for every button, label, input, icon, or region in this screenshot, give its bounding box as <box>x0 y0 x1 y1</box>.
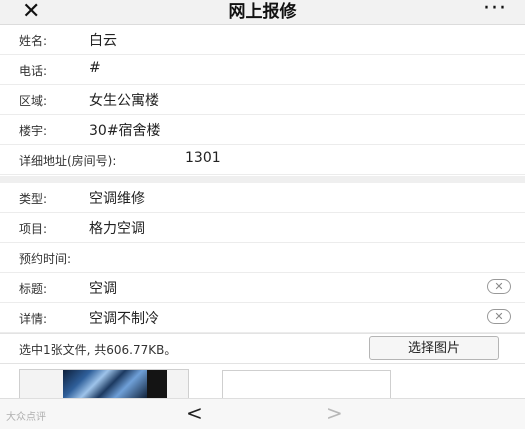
title-label: 标题: <box>19 282 48 296</box>
back-icon[interactable]: < <box>186 401 203 425</box>
more-icon[interactable]: ··· <box>483 0 507 20</box>
building-row[interactable]: 楼宇: 30#宿舍楼 <box>0 115 525 145</box>
image-slot-empty[interactable] <box>222 370 391 400</box>
phone-row: 电话: # <box>0 55 525 85</box>
page-title: 网上报修 <box>228 2 297 22</box>
address-value[interactable]: 1301 <box>185 150 221 166</box>
watermark: 大众点评 <box>6 412 46 423</box>
type-row[interactable]: 类型: 空调维修 <box>0 183 525 213</box>
image-thumbnail[interactable] <box>19 369 189 399</box>
title-row: 标题: 空调 ✕ <box>0 273 525 303</box>
item-row[interactable]: 项目: 格力空调 <box>0 213 525 243</box>
appointment-row[interactable]: 预约时间: <box>0 243 525 273</box>
title-bar: ✕ 网上报修 ··· <box>0 0 525 25</box>
title-input[interactable]: 空调 <box>89 278 117 298</box>
type-label: 类型: <box>19 192 48 206</box>
building-value[interactable]: 30#宿舍楼 <box>89 120 161 140</box>
area-row[interactable]: 区域: 女生公寓楼 <box>0 85 525 115</box>
photo-preview-edge <box>147 370 167 398</box>
type-value[interactable]: 空调维修 <box>89 188 145 208</box>
name-row: 姓名: 白云 <box>0 25 525 55</box>
phone-value[interactable]: # <box>89 60 101 76</box>
browser-nav-bar: 大众点评 < > <box>0 398 525 429</box>
address-row: 详细地址(房间号): 1301 <box>0 145 525 175</box>
detail-label: 详情: <box>19 312 48 326</box>
upload-info: 选中1张文件, 共606.77KB。 <box>19 343 177 357</box>
area-label: 区域: <box>19 94 48 108</box>
item-label: 项目: <box>19 222 48 236</box>
phone-label: 电话: <box>19 64 48 78</box>
appointment-label: 预约时间: <box>19 252 72 266</box>
photo-preview <box>63 370 147 398</box>
address-label: 详细地址(房间号): <box>19 154 117 168</box>
item-value[interactable]: 格力空调 <box>89 218 145 238</box>
name-value[interactable]: 白云 <box>89 30 117 50</box>
detail-input[interactable]: 空调不制冷 <box>89 308 159 328</box>
forward-icon[interactable]: > <box>326 401 343 425</box>
clear-detail-icon[interactable]: ✕ <box>487 309 511 324</box>
building-label: 楼宇: <box>19 124 48 138</box>
area-value[interactable]: 女生公寓楼 <box>89 90 159 110</box>
upload-bar: 选中1张文件, 共606.77KB。 选择图片 <box>0 333 525 364</box>
detail-row: 详情: 空调不制冷 ✕ <box>0 303 525 333</box>
section-divider <box>0 176 525 183</box>
choose-image-button[interactable]: 选择图片 <box>369 336 499 360</box>
name-label: 姓名: <box>19 34 48 48</box>
clear-title-icon[interactable]: ✕ <box>487 279 511 294</box>
